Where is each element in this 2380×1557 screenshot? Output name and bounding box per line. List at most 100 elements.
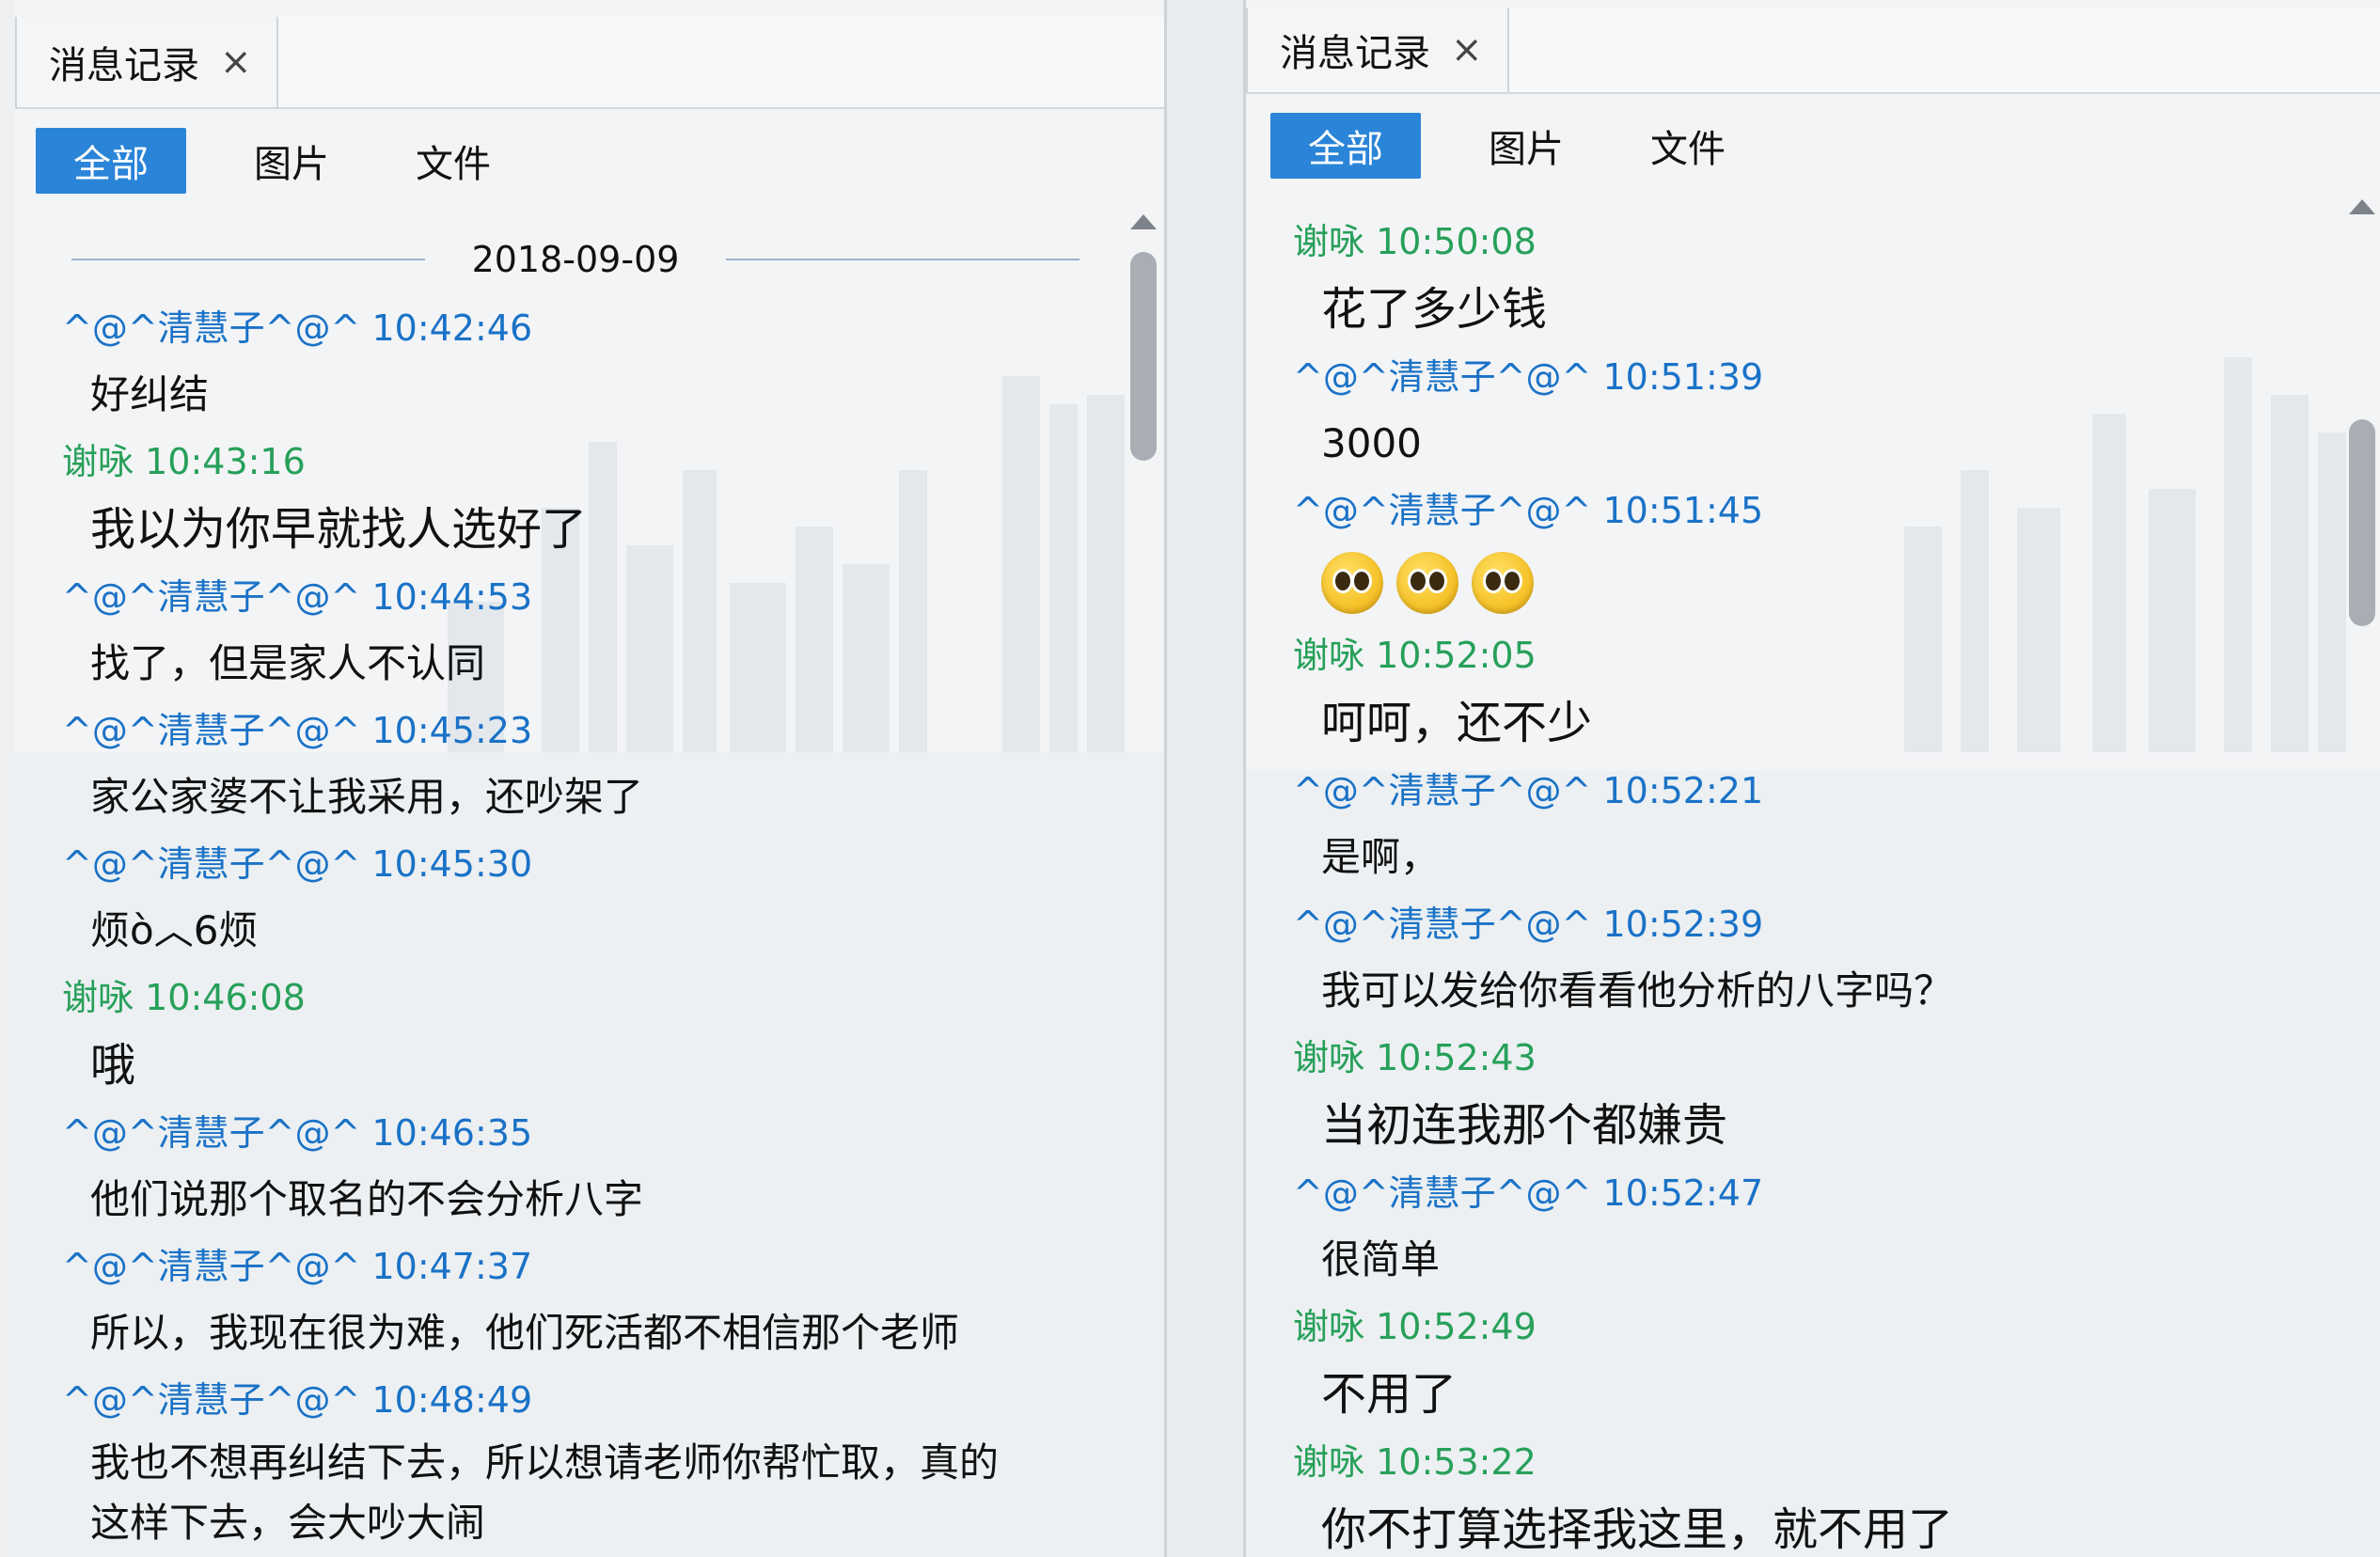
filter-images-button[interactable]: 图片 xyxy=(235,128,348,194)
message-time: 10:42:46 xyxy=(371,307,533,349)
pleading-face-emoji-icon xyxy=(1472,552,1534,614)
message-header: 谢咏 10:53:22 xyxy=(1293,1429,2308,1495)
tab-message-history[interactable]: 消息记录 × xyxy=(1246,8,1509,92)
message-text: 很简单 xyxy=(1321,1236,1441,1282)
message-text: 家公家婆不让我采用，还吵架了 xyxy=(90,774,644,820)
sender-name: 谢咏 xyxy=(62,441,134,482)
message-time: 10:52:05 xyxy=(1376,635,1537,676)
message-item: ^@^清慧子^@^ 10:52:47 很简单 xyxy=(1293,1160,2308,1294)
tab-bar: 消息记录 × xyxy=(15,17,1164,109)
message-item: ^@^清慧子^@^ 10:52:21 是啊， xyxy=(1293,758,2308,891)
sender-name: ^@^清慧子^@^ xyxy=(1293,770,1592,811)
filter-bar: 全部 图片 文件 xyxy=(1270,113,1793,179)
message-item: ^@^清慧子^@^ 10:46:35 他们说那个取名的不会分析八字 xyxy=(62,1100,1089,1234)
message-header: ^@^清慧子^@^ 10:51:45 xyxy=(1293,478,2308,543)
message-time: 10:44:53 xyxy=(371,576,533,618)
message-time: 10:43:16 xyxy=(145,441,306,482)
message-item: ^@^清慧子^@^ 10:48:49 我也不想再纠结下去，所以想请老师你帮忙取，… xyxy=(62,1367,1089,1553)
message-item: 谢咏 10:50:08 花了多少钱 xyxy=(1293,209,2308,344)
message-header: ^@^清慧子^@^ 10:51:39 xyxy=(1293,344,2308,410)
filter-files-button[interactable]: 文件 xyxy=(397,128,510,194)
message-text: 你不打算选择我这里，就不用了 xyxy=(1321,1503,1954,1556)
message-text: 哦 xyxy=(90,1039,136,1092)
tab-label: 消息记录 xyxy=(49,44,199,87)
message-item: ^@^清慧子^@^ 10:45:23 家公家婆不让我采用，还吵架了 xyxy=(62,698,1089,831)
message-item: 谢咏 10:43:16 我以为你早就找人选好了 xyxy=(62,429,1089,564)
message-text: 不用了 xyxy=(1321,1368,1458,1421)
message-header: 谢咏 10:43:16 xyxy=(62,429,1089,495)
message-header: ^@^清慧子^@^ 10:52:21 xyxy=(1293,758,2308,824)
message-history-panel-right: 消息记录 × 全部 图片 文件 谢咏 10:50:08 花了多少钱 ^@^清慧子… xyxy=(1243,0,2380,1557)
message-time: 10:48:49 xyxy=(371,1379,533,1421)
message-text: 我可以发给你看看他分析的八字吗？ xyxy=(1321,967,1954,1014)
message-header: ^@^清慧子^@^ 10:47:37 xyxy=(62,1234,1089,1299)
pleading-face-emoji-icon xyxy=(1396,552,1458,614)
message-list: 谢咏 10:50:08 花了多少钱 ^@^清慧子^@^ 10:51:39 300… xyxy=(1293,171,2308,1557)
message-time: 10:52:43 xyxy=(1376,1037,1537,1078)
message-text: 我以为你早就找人选好了 xyxy=(90,503,588,556)
message-history-panel-left: 消息记录 × 全部 图片 文件 2018-09-09 ^@^清慧子^@^ 10:… xyxy=(15,0,1167,1557)
message-text: 好纠结 xyxy=(90,371,210,417)
sender-name: ^@^清慧子^@^ xyxy=(62,1246,361,1287)
message-text: 所以，我现在很为难，他们死活都不相信那个老师 xyxy=(90,1310,960,1356)
message-item: ^@^清慧子^@^ 10:47:37 所以，我现在很为难，他们死活都不相信那个老… xyxy=(62,1234,1089,1367)
message-header: 谢咏 10:46:08 xyxy=(62,965,1089,1030)
pane-gap xyxy=(1167,0,1243,1557)
message-item: ^@^清慧子^@^ 10:51:39 3000 xyxy=(1293,344,2308,478)
message-time: 10:45:23 xyxy=(371,710,533,751)
sender-name: 谢咏 xyxy=(1293,1441,1365,1483)
filter-files-button[interactable]: 文件 xyxy=(1631,113,1744,179)
message-header: 谢咏 10:52:05 xyxy=(1293,622,2308,688)
message-item: 谢咏 10:52:05 呵呵，还不少 xyxy=(1293,622,2308,758)
message-text: 我也不想再纠结下去，所以想请老师你帮忙取，真的 这样下去，会大吵大闹 xyxy=(62,1433,1089,1553)
sender-name: ^@^清慧子^@^ xyxy=(1293,490,1592,531)
filter-all-button[interactable]: 全部 xyxy=(1270,113,1421,179)
scrollbar[interactable] xyxy=(2343,0,2377,1557)
tab-message-history[interactable]: 消息记录 × xyxy=(15,17,278,107)
message-text: 找了，但是家人不认同 xyxy=(90,640,486,686)
message-header: ^@^清慧子^@^ 10:48:49 xyxy=(62,1367,1089,1433)
sender-name: ^@^清慧子^@^ xyxy=(62,307,361,349)
message-header: 谢咏 10:50:08 xyxy=(1293,209,2308,275)
close-icon[interactable]: × xyxy=(220,43,252,81)
filter-images-button[interactable]: 图片 xyxy=(1470,113,1583,179)
message-time: 10:51:45 xyxy=(1602,490,1764,531)
sender-name: 谢咏 xyxy=(1293,635,1365,676)
message-item: 谢咏 10:46:08 哦 xyxy=(62,965,1089,1100)
message-header: ^@^清慧子^@^ 10:52:47 xyxy=(1293,1160,2308,1226)
sender-name: 谢咏 xyxy=(1293,221,1365,262)
scroll-up-arrow-icon[interactable] xyxy=(2349,199,2375,214)
message-header: 谢咏 10:52:43 xyxy=(1293,1025,2308,1091)
message-header: 谢咏 10:52:49 xyxy=(1293,1294,2308,1360)
message-text-line: 我也不想再纠结下去，所以想请老师你帮忙取，真的 xyxy=(90,1439,1000,1486)
message-emojis xyxy=(1293,543,2308,622)
message-text: 烦ò︿6烦 xyxy=(90,907,259,953)
scroll-up-arrow-icon[interactable] xyxy=(1130,214,1157,229)
sender-name: ^@^清慧子^@^ xyxy=(1293,356,1592,398)
filter-bar: 全部 图片 文件 xyxy=(36,128,559,194)
date-label: 2018-09-09 xyxy=(471,239,680,280)
message-text: 当初连我那个都嫌贵 xyxy=(1321,1099,1728,1152)
message-time: 10:45:30 xyxy=(371,843,533,885)
message-item: 谢咏 10:52:49 不用了 xyxy=(1293,1294,2308,1429)
sender-name: ^@^清慧子^@^ xyxy=(62,1112,361,1154)
divider-line xyxy=(726,259,1080,260)
close-icon[interactable]: × xyxy=(1451,31,1483,69)
message-time: 10:46:08 xyxy=(145,977,306,1018)
sender-name: ^@^清慧子^@^ xyxy=(62,576,361,618)
message-item: ^@^清慧子^@^ 10:44:53 找了，但是家人不认同 xyxy=(62,564,1089,698)
scrollbar-thumb[interactable] xyxy=(1130,252,1157,461)
message-time: 10:52:21 xyxy=(1602,770,1764,811)
message-text: 花了多少钱 xyxy=(1321,283,1548,336)
scrollbar[interactable] xyxy=(1125,0,1158,1557)
scrollbar-thumb[interactable] xyxy=(2349,419,2375,626)
sender-name: 谢咏 xyxy=(1293,1306,1365,1347)
message-time: 10:52:49 xyxy=(1376,1306,1537,1347)
left-edge xyxy=(0,0,15,1557)
message-header: ^@^清慧子^@^ 10:46:35 xyxy=(62,1100,1089,1166)
divider-line xyxy=(71,259,425,260)
message-time: 10:50:08 xyxy=(1376,221,1537,262)
message-time: 10:46:35 xyxy=(371,1112,533,1154)
sender-name: ^@^清慧子^@^ xyxy=(62,843,361,885)
filter-all-button[interactable]: 全部 xyxy=(36,128,186,194)
